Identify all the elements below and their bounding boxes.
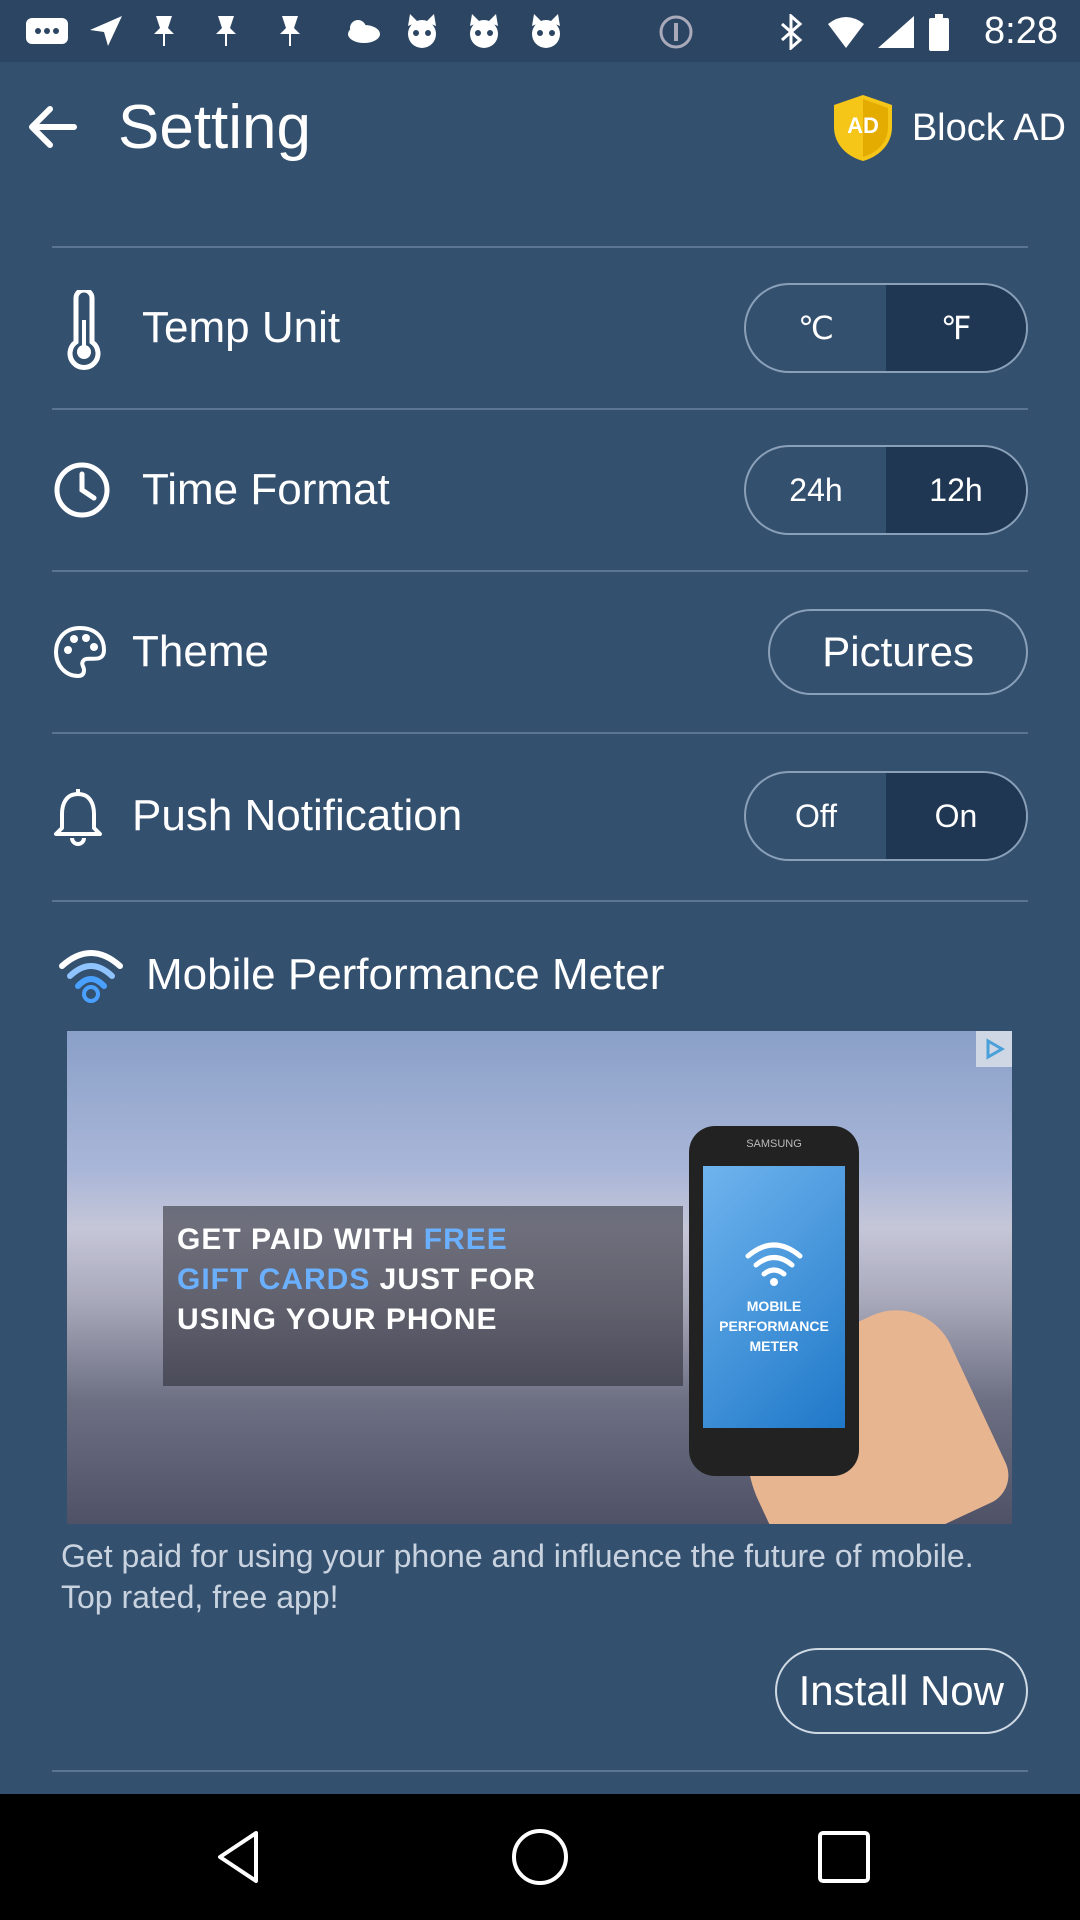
- setting-label-time-format: Time Format: [142, 465, 390, 514]
- wifi-status-icon: [828, 17, 864, 48]
- setting-row-push-notification: Push Notification Off On: [52, 736, 1028, 896]
- block-ad-label: Block AD: [911, 106, 1066, 149]
- phone-image: SAMSUNG MOBILE PERFORMANCE METER: [689, 1126, 859, 1476]
- notification-off-option[interactable]: Off: [746, 773, 886, 859]
- cat-face-icon-2: [470, 14, 498, 48]
- message-icon: [26, 18, 68, 44]
- back-arrow-icon[interactable]: [22, 96, 84, 158]
- shield-icon: AD: [833, 95, 892, 161]
- setting-label-temp-unit: Temp Unit: [142, 303, 341, 352]
- 12h-option[interactable]: 12h: [886, 447, 1026, 533]
- clock-icon: [54, 462, 110, 518]
- divider: [52, 1770, 1028, 1772]
- wifi-icon: [59, 950, 123, 1003]
- recents-nav-icon[interactable]: [814, 1827, 874, 1887]
- back-nav-icon[interactable]: [208, 1827, 268, 1887]
- palette-icon: [53, 625, 107, 679]
- weather-icon: [348, 20, 380, 43]
- fahrenheit-option[interactable]: ℉: [886, 285, 1026, 371]
- block-ad-badge-text: AD: [847, 113, 879, 138]
- pin-icon: [154, 16, 174, 46]
- bluetooth-icon: [781, 14, 803, 50]
- page-title: Setting: [118, 93, 312, 162]
- ad-headline-line-3: USING YOUR PHONE: [177, 1303, 498, 1336]
- divider: [52, 900, 1028, 902]
- home-nav-icon[interactable]: [510, 1827, 570, 1887]
- ad-headline-line-1: GET PAID WITH FREE: [177, 1223, 508, 1256]
- 24h-option[interactable]: 24h: [746, 447, 886, 533]
- phone-brand: SAMSUNG: [746, 1138, 802, 1150]
- block-ad-button[interactable]: AD Block AD: [830, 92, 1066, 164]
- ad-banner-image[interactable]: GET PAID WITH FREE GIFT CARDS JUST FOR U…: [67, 1031, 1012, 1524]
- ad-description: Get paid for using your phone and influe…: [61, 1538, 974, 1615]
- setting-row-time-format: Time Format 24h 12h: [52, 410, 1028, 570]
- ad-headline-line-2: GIFT CARDS JUST FOR: [177, 1263, 537, 1296]
- setting-label-push-notification: Push Notification: [132, 791, 463, 840]
- theme-pictures-button[interactable]: Pictures: [768, 609, 1028, 695]
- bell-icon: [54, 789, 102, 846]
- info-circle-icon: [659, 15, 693, 49]
- thermometer-icon: [67, 290, 101, 370]
- push-notification-toggle[interactable]: Off On: [744, 771, 1028, 861]
- navigation-bar: [0, 1794, 1080, 1920]
- install-now-button[interactable]: Install Now: [774, 1648, 1028, 1734]
- app-bar: Setting AD Block AD: [0, 62, 1080, 192]
- status-time: 8:28: [984, 10, 1058, 52]
- celsius-option[interactable]: ℃: [746, 285, 886, 371]
- battery-icon: [929, 14, 949, 51]
- navigation-icon: [90, 16, 122, 46]
- ad-title: Mobile Performance Meter: [146, 950, 665, 999]
- divider: [52, 732, 1028, 734]
- temp-unit-toggle[interactable]: ℃ ℉: [744, 283, 1028, 373]
- setting-row-temp-unit: Temp Unit ℃ ℉: [52, 248, 1028, 408]
- setting-label-theme: Theme: [132, 627, 269, 676]
- signal-icon: [878, 16, 914, 48]
- ad-header: Mobile Performance Meter: [52, 940, 1028, 1020]
- pin-icon-3: [280, 16, 300, 46]
- pin-icon-2: [216, 16, 236, 46]
- status-bar: 8:28: [0, 0, 1080, 62]
- time-format-toggle[interactable]: 24h 12h: [744, 445, 1028, 535]
- ad-choices-icon[interactable]: [976, 1031, 1012, 1067]
- phone-wifi-icon: [745, 1242, 803, 1286]
- notification-on-option[interactable]: On: [886, 773, 1026, 859]
- phone-caption: MOBILE PERFORMANCE METER: [719, 1298, 829, 1354]
- cat-face-icon-3: [532, 14, 560, 48]
- cat-face-icon: [408, 14, 436, 48]
- setting-row-theme: Theme Pictures: [52, 572, 1028, 732]
